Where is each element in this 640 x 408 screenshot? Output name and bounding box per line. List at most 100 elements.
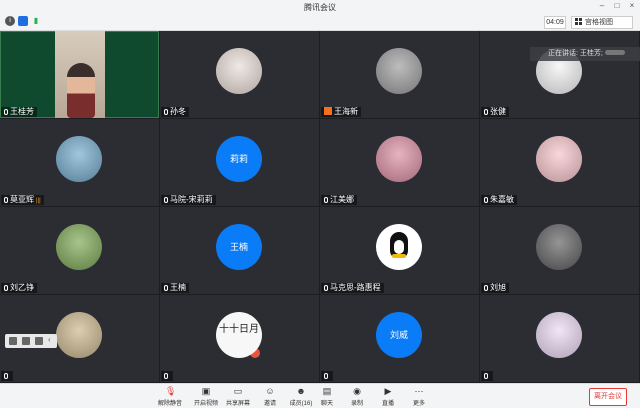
participant-tile[interactable]: 马克思-路惠程 xyxy=(320,207,479,294)
view-label: 宫格视图 xyxy=(585,19,613,26)
mic-icon xyxy=(484,373,488,379)
camera-off-button[interactable]: ▣ 开启视频 xyxy=(189,386,223,408)
bottom-bar: 🎙 解除静音 ▣ 开启视频 ▭ 共享屏幕 ☺ 邀请 ☻ 成员(16) ▤ 聊天 ◉ 录制 ▶ 直播 ⋯ 更多 离开… xyxy=(0,383,640,408)
grid-toggle-icon[interactable] xyxy=(9,337,17,345)
more-icon: ⋯ xyxy=(414,386,424,396)
chat-icon: ▤ xyxy=(322,386,332,396)
avatar xyxy=(376,48,422,94)
avatar: 十十日月 xyxy=(216,312,262,358)
signal-strength-icon: ||| xyxy=(36,198,41,204)
record-button[interactable]: ◉ 录制 xyxy=(340,386,374,408)
avatar xyxy=(56,224,102,270)
participant-name: 王海新 xyxy=(321,107,361,117)
participant-name xyxy=(321,371,333,381)
avatar: 王楠 xyxy=(216,224,262,270)
speaking-indicator: 正在讲话: 王桂芳; xyxy=(530,47,640,61)
participant-name-text: 马院-宋莉莉 xyxy=(170,195,213,204)
host-icon xyxy=(324,107,332,115)
participant-tile[interactable]: 王桂芳 xyxy=(0,31,159,118)
button-label: 开启视频 xyxy=(193,401,218,407)
participant-name-text: 莫亚辉 xyxy=(10,195,34,204)
live-icon: ▶ xyxy=(384,386,392,396)
participant-name-text: 王楠 xyxy=(170,283,186,292)
avatar xyxy=(536,312,582,358)
maximize-icon[interactable]: □ xyxy=(611,1,623,10)
button-label: 直播 xyxy=(381,401,394,407)
avatar: 刘威 xyxy=(376,312,422,358)
participant-tile[interactable]: 王楠 王楠 xyxy=(160,207,319,294)
participant-name xyxy=(481,371,493,381)
meeting-timer: 04:09 xyxy=(544,16,566,29)
participant-name-text: 马克思-路惠程 xyxy=(330,283,381,292)
meeting-toolbar: i ▮ 04:09 宫格视图 xyxy=(0,14,640,31)
participant-tile[interactable]: 十十日月 xyxy=(160,295,319,382)
mic-icon xyxy=(4,109,8,115)
mic-icon xyxy=(324,197,328,203)
members-icon: ☻ xyxy=(296,386,306,396)
avatar xyxy=(536,224,582,270)
leave-meeting-button[interactable]: 离开会议 xyxy=(589,388,627,406)
record-icon: ◉ xyxy=(353,386,361,396)
signal-icon[interactable]: ▮ xyxy=(31,16,41,26)
participant-name: 马克思-路惠程 xyxy=(321,283,384,293)
grid-view-button[interactable]: 宫格视图 xyxy=(571,16,633,29)
participant-name-text: 朱嘉敏 xyxy=(490,195,514,204)
shield-icon[interactable] xyxy=(18,16,28,26)
participant-name-text: 张健 xyxy=(490,107,506,116)
participant-name-text: 刘旭 xyxy=(490,283,506,292)
chat-button[interactable]: ▤ 聊天 xyxy=(310,386,344,408)
participant-name: 孙冬 xyxy=(161,107,189,117)
participant-tile[interactable]: 孙冬 xyxy=(160,31,319,118)
mic-icon xyxy=(4,373,8,379)
participant-tile[interactable]: 刘旭 xyxy=(480,207,639,294)
avatar: 莉莉 xyxy=(216,136,262,182)
participant-tile[interactable]: 刘乙铮 xyxy=(0,207,159,294)
invite-button[interactable]: ☺ 邀请 xyxy=(253,386,287,408)
side-controls[interactable]: ‹ xyxy=(5,334,57,348)
participant-name: 刘乙铮 xyxy=(1,283,37,293)
participant-grid: 王桂芳 孙冬 王海新 张健 莫亚辉 ||| 莉莉 马院-宋莉莉 江美娜 朱嘉敏 刘乙铮 王楠 王楠 马克思… xyxy=(0,31,640,383)
mic-icon xyxy=(324,285,328,291)
button-label: 共享屏幕 xyxy=(225,401,250,407)
layout-icon[interactable] xyxy=(22,337,30,345)
participant-tile[interactable]: 张健 xyxy=(480,31,639,118)
participant-name: 王桂芳 xyxy=(1,107,37,117)
screen-share-icon: ▭ xyxy=(233,386,243,396)
participant-name xyxy=(161,371,173,381)
participant-tile[interactable]: 莫亚辉 ||| xyxy=(0,119,159,206)
mic-icon xyxy=(484,285,488,291)
more-button[interactable]: ⋯ 更多 xyxy=(402,386,436,408)
participant-name: 莫亚辉 ||| xyxy=(1,195,44,205)
participant-tile[interactable]: 王海新 xyxy=(320,31,479,118)
close-icon[interactable]: × xyxy=(626,1,638,10)
window-title: 腾讯会议 xyxy=(304,3,336,12)
minimize-icon[interactable]: – xyxy=(596,1,608,10)
participant-name-text: 江美娜 xyxy=(330,195,354,204)
mic-icon xyxy=(484,197,488,203)
camera-off-icon: ▣ xyxy=(201,386,211,396)
info-icon[interactable]: i xyxy=(5,16,15,26)
participant-tile[interactable] xyxy=(480,295,639,382)
live-button[interactable]: ▶ 直播 xyxy=(371,386,405,408)
participant-tile[interactable]: 江美娜 xyxy=(320,119,479,206)
mic-icon xyxy=(164,373,168,379)
title-bar: 腾讯会议 – □ × xyxy=(0,0,640,14)
avatar xyxy=(56,312,102,358)
participant-tile[interactable]: 刘威 xyxy=(320,295,479,382)
participant-name-text: 王海新 xyxy=(334,107,358,116)
participant-name: 刘旭 xyxy=(481,283,509,293)
mic-muted-icon: 🎙 xyxy=(165,386,177,396)
participant-name-text: 王桂芳 xyxy=(10,107,34,116)
participant-tile[interactable]: 莉莉马院-宋莉莉 xyxy=(160,119,319,206)
mic-icon xyxy=(4,197,8,203)
participant-tile[interactable]: 朱嘉敏 xyxy=(480,119,639,206)
collapse-icon[interactable]: ‹ xyxy=(48,335,53,344)
participant-name: 江美娜 xyxy=(321,195,357,205)
grid-icon xyxy=(575,18,582,25)
screen-share-button[interactable]: ▭ 共享屏幕 xyxy=(221,386,255,408)
mic-icon xyxy=(484,109,488,115)
participant-name: 马院-宋莉莉 xyxy=(161,195,216,205)
button-label: 更多 xyxy=(412,401,425,407)
chat-bubble-icon[interactable] xyxy=(35,337,43,345)
mic-muted-button[interactable]: 🎙 解除静音 xyxy=(153,386,187,408)
